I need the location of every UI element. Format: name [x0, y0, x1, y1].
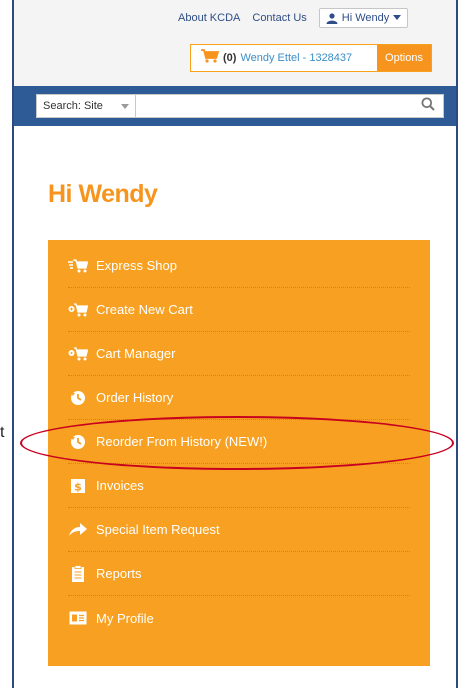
- history-icon: [68, 390, 88, 406]
- menu-item-create-new-cart[interactable]: Create New Cart: [68, 288, 410, 332]
- top-links: About KCDA Contact Us Hi Wendy: [178, 8, 409, 28]
- search-scope-label: Search: Site: [43, 100, 103, 112]
- page-frame: About KCDA Contact Us Hi Wendy (0) Wendy…: [12, 0, 458, 688]
- search-scope-select[interactable]: Search: Site: [36, 94, 136, 118]
- share-arrow-icon: [68, 522, 88, 537]
- cart-account-link[interactable]: Wendy Ettel - 1328437: [240, 52, 352, 64]
- side-text-fragment: t: [0, 424, 5, 441]
- menu-item-order-history[interactable]: Order History: [68, 376, 410, 420]
- account-menu: Express Shop Create New Cart Cart Manage…: [48, 240, 430, 666]
- menu-item-reorder-from-history[interactable]: Reorder From History (NEW!): [68, 420, 410, 464]
- menu-item-invoices[interactable]: $ Invoices: [68, 464, 410, 508]
- menu-item-label: Reports: [96, 566, 142, 581]
- history-icon: [68, 434, 88, 450]
- menu-item-label: Special Item Request: [96, 522, 220, 537]
- menu-item-cart-manager[interactable]: Cart Manager: [68, 332, 410, 376]
- top-bar: About KCDA Contact Us Hi Wendy (0) Wendy…: [14, 0, 456, 86]
- menu-item-label: Express Shop: [96, 258, 177, 273]
- user-icon: [326, 12, 338, 24]
- options-button[interactable]: Options: [377, 45, 431, 71]
- cart-summary[interactable]: (0) Wendy Ettel - 1328437 Options: [190, 44, 432, 72]
- about-link[interactable]: About KCDA: [178, 12, 240, 24]
- invoice-icon: $: [68, 478, 88, 494]
- menu-item-label: Invoices: [96, 478, 144, 493]
- page-title: Hi Wendy: [48, 180, 158, 208]
- search-input[interactable]: [136, 94, 444, 118]
- caret-down-icon: [393, 15, 402, 21]
- id-card-icon: [68, 611, 88, 625]
- express-cart-icon: [68, 258, 88, 273]
- menu-item-label: Order History: [96, 390, 174, 405]
- menu-item-label: Cart Manager: [96, 346, 176, 361]
- contact-link[interactable]: Contact Us: [252, 12, 306, 24]
- cart-manager-icon: [68, 346, 88, 361]
- menu-item-label: Create New Cart: [96, 302, 193, 317]
- search-bar: Search: Site: [14, 86, 456, 126]
- menu-item-special-item-request[interactable]: Special Item Request: [68, 508, 410, 552]
- menu-item-label: Reorder From History (NEW!): [96, 434, 268, 449]
- cart-count: (0): [223, 52, 237, 64]
- svg-text:$: $: [74, 480, 82, 493]
- menu-item-label: My Profile: [96, 610, 154, 626]
- cart-icon: [201, 48, 220, 68]
- clipboard-icon: [68, 564, 88, 583]
- menu-item-express-shop[interactable]: Express Shop: [68, 244, 410, 288]
- menu-item-reports[interactable]: Reports: [68, 552, 410, 596]
- chevron-down-icon: [121, 103, 129, 109]
- user-menu-label: Hi Wendy: [341, 12, 390, 24]
- new-cart-icon: [68, 302, 88, 317]
- user-menu-button[interactable]: Hi Wendy: [318, 8, 409, 28]
- menu-item-my-profile[interactable]: My Profile: [68, 596, 410, 640]
- search-icon[interactable]: [421, 97, 435, 116]
